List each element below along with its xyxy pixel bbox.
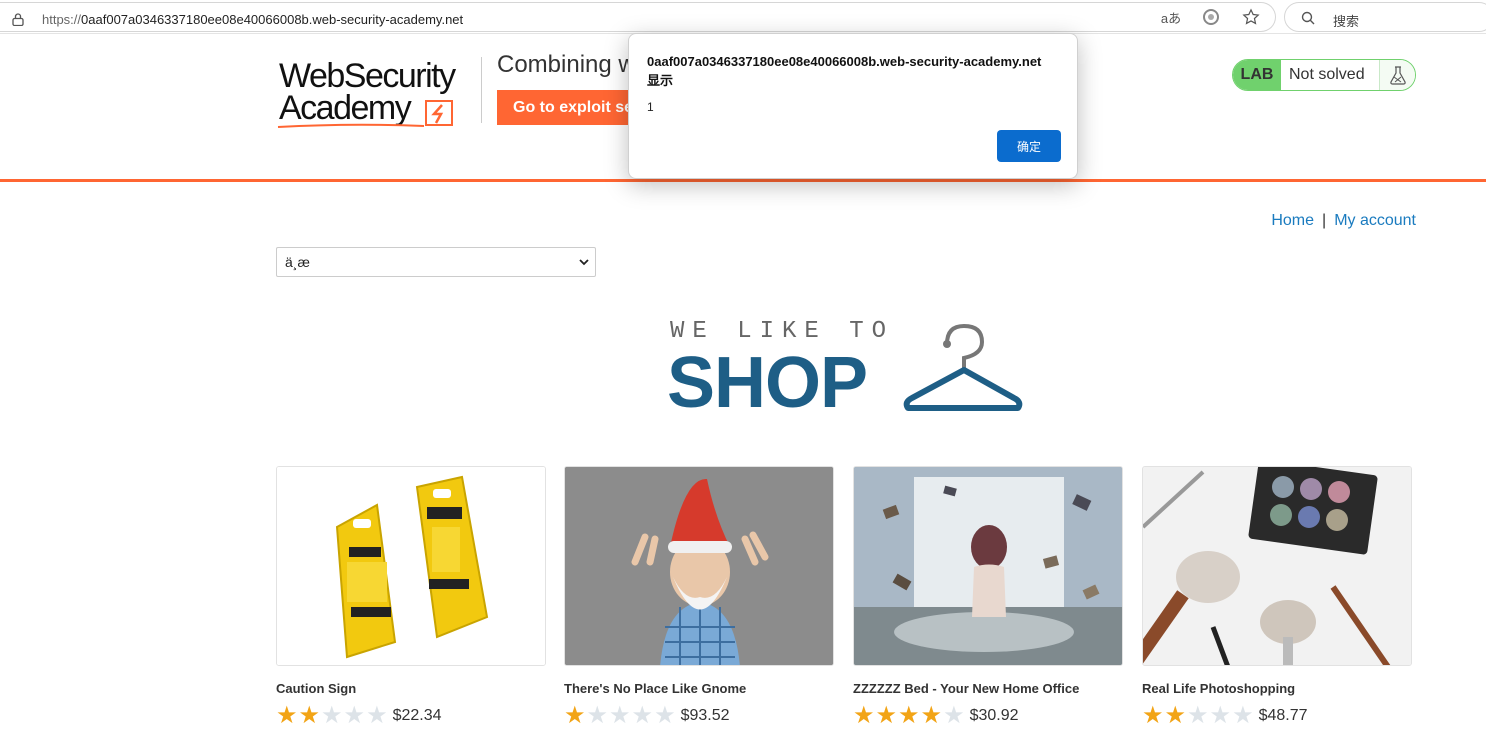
product-price: $93.52 — [680, 707, 730, 724]
go-to-exploit-server-button[interactable]: Go to exploit se — [497, 90, 632, 125]
star-icon: ★ — [609, 702, 631, 729]
alert-dialog: 0aaf007a0346337180ee08e40066008b.web-sec… — [628, 33, 1078, 179]
product-name[interactable]: There's No Place Like Gnome — [564, 681, 746, 696]
logo-underline — [277, 123, 425, 128]
star-icon: ★ — [343, 702, 366, 729]
star-icon: ★ — [298, 702, 321, 729]
product-rating: ★★★★★ $30.92 — [853, 704, 1019, 728]
dialog-ok-button[interactable]: 确定 — [997, 130, 1061, 162]
banner-shop-text: SHOP — [667, 343, 868, 423]
star-icon: ★ — [1209, 702, 1232, 729]
product-rating: ★★★★★ $93.52 — [564, 704, 730, 728]
star-rating: ★★★★★ — [564, 704, 677, 728]
star-icon: ★ — [853, 702, 875, 729]
logo-bolt-icon — [425, 100, 453, 126]
chevron-down-icon — [579, 259, 589, 266]
product-name[interactable]: ZZZZZZ Bed - Your New Home Office — [853, 681, 1079, 696]
product-card[interactable]: ZZZZZZ Bed - Your New Home Office ★★★★★ … — [853, 466, 1123, 728]
home-link[interactable]: Home — [1271, 212, 1314, 229]
lab-badge: LAB — [1233, 60, 1281, 90]
url-protocol: https:// — [42, 12, 82, 27]
star-icon: ★ — [920, 702, 943, 729]
product-image-caution-sign[interactable] — [276, 466, 546, 666]
product-price: $30.92 — [969, 707, 1019, 724]
star-icon: ★ — [943, 702, 965, 729]
my-account-link[interactable]: My account — [1334, 212, 1416, 229]
star-rating: ★★★★★ — [1142, 704, 1255, 728]
address-bar[interactable]: https://0aaf007a0346337180ee08e40066008b… — [0, 2, 1276, 32]
star-icon: ★ — [1187, 702, 1209, 729]
star-icon: ★ — [586, 702, 609, 729]
product-rating: ★★★★★ $22.34 — [276, 704, 442, 728]
favorite-star-icon[interactable] — [1240, 6, 1262, 28]
web-security-academy-logo[interactable]: WebSecurity Academy — [276, 57, 476, 133]
star-icon: ★ — [321, 702, 343, 729]
product-rating: ★★★★★ $48.77 — [1142, 704, 1308, 728]
star-icon: ★ — [366, 702, 388, 729]
star-icon: ★ — [1232, 702, 1254, 729]
lab-title: Combining w — [497, 51, 632, 78]
star-rating: ★★★★★ — [276, 704, 389, 728]
product-card[interactable]: There's No Place Like Gnome ★★★★★ $93.52 — [564, 466, 834, 728]
nav-separator: | — [1322, 212, 1327, 229]
star-icon: ★ — [898, 702, 920, 729]
product-name[interactable]: Caution Sign — [276, 681, 356, 696]
product-card[interactable]: Real Life Photoshopping ★★★★★ $48.77 — [1142, 466, 1412, 728]
header-divider — [481, 57, 482, 123]
star-icon: ★ — [654, 702, 676, 729]
star-icon: ★ — [631, 702, 654, 729]
star-icon: ★ — [1142, 702, 1164, 729]
flask-icon — [1379, 60, 1415, 90]
star-icon: ★ — [875, 702, 898, 729]
browser-toolbar: https://0aaf007a0346337180ee08e40066008b… — [0, 0, 1486, 34]
url-text[interactable]: https://0aaf007a0346337180ee08e40066008b… — [42, 12, 463, 27]
product-image-makeup[interactable] — [1142, 466, 1412, 666]
search-icon — [1301, 11, 1315, 25]
product-card[interactable]: Caution Sign ★★★★★ $22.34 — [276, 466, 546, 728]
star-icon: ★ — [1164, 702, 1187, 729]
product-image-bed[interactable] — [853, 466, 1123, 666]
language-select[interactable]: ä¸æ — [276, 247, 596, 277]
dialog-message: 1 — [647, 100, 654, 114]
search-placeholder: 搜索 — [1333, 14, 1360, 29]
lock-icon[interactable] — [12, 13, 24, 26]
dialog-title: 0aaf007a0346337180ee08e40066008b.web-sec… — [647, 54, 1042, 88]
language-select-value: ä¸æ — [285, 254, 333, 270]
translate-icon[interactable]: aあ — [1160, 6, 1182, 28]
url-host: 0aaf007a0346337180ee08e40066008b.web-sec… — [81, 12, 464, 27]
star-rating: ★★★★★ — [853, 704, 966, 728]
star-icon: ★ — [564, 702, 586, 729]
banner-tagline: WE LIKE TO — [670, 318, 895, 345]
product-name[interactable]: Real Life Photoshopping — [1142, 681, 1295, 696]
shop-banner: WE LIKE TO SHOP — [667, 318, 1030, 423]
product-price: $48.77 — [1258, 707, 1308, 724]
top-nav: Home | My account — [1271, 212, 1416, 230]
product-price: $22.34 — [392, 707, 442, 724]
star-icon: ★ — [276, 702, 298, 729]
lab-status-text: Not solved — [1289, 66, 1365, 83]
hanger-icon — [903, 323, 1023, 411]
browser-search-box[interactable]: 搜索 — [1284, 2, 1486, 32]
lab-status-widget: LAB Not solved — [1232, 59, 1416, 91]
refresh-icon[interactable] — [1200, 6, 1222, 28]
product-image-gnome[interactable] — [564, 466, 834, 666]
